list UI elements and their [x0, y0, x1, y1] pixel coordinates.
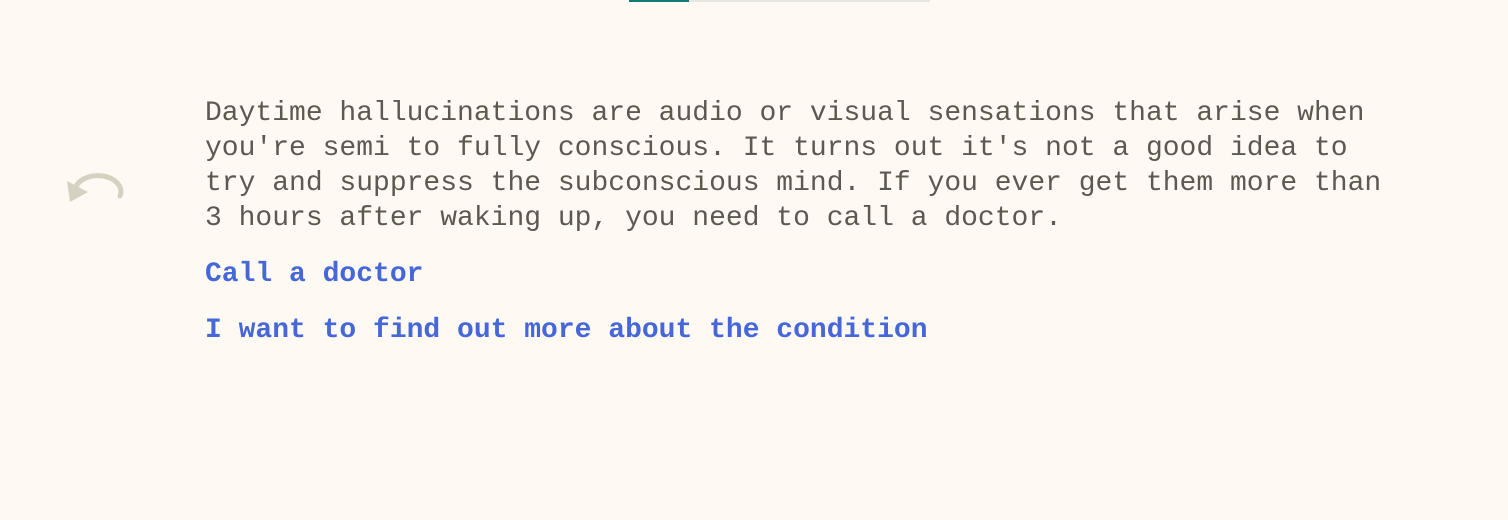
story-passage: Daytime hallucinations are audio or visu… [205, 98, 1382, 234]
choice-learn-more[interactable]: I want to find out more about the condit… [205, 313, 1385, 348]
undo-button[interactable] [64, 166, 126, 208]
undo-arrow-icon [67, 173, 124, 202]
progress-bar-fill [629, 0, 690, 2]
choice-call-doctor[interactable]: Call a doctor [205, 257, 1385, 292]
progress-bar [629, 0, 930, 2]
story-container: Daytime hallucinations are audio or visu… [205, 96, 1385, 348]
